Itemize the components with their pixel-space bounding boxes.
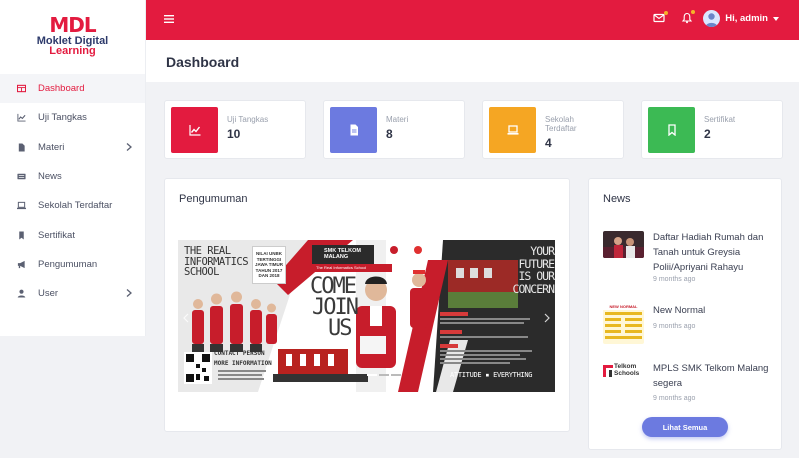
- news-thumbnail: Telkom Schools: [603, 362, 644, 380]
- sidebar-item-label: Sertifikat: [38, 229, 75, 241]
- banner-more-info: MORE INFORMATION: [214, 360, 272, 367]
- user-greeting: Hi, admin: [725, 13, 768, 24]
- bell-notification-dot: [691, 10, 695, 14]
- news-icon: [16, 172, 26, 182]
- stat-icon-box: [330, 107, 377, 153]
- laptop-icon: [16, 201, 26, 211]
- see-all-news-button[interactable]: Lihat Semua: [642, 417, 728, 437]
- banner-heading-right: YOUR FUTURE IS OUR CONCERN: [512, 244, 555, 296]
- table-icon: [16, 84, 26, 94]
- topbar: Hi, admin: [146, 0, 799, 40]
- banner-cta: COME JOIN US: [310, 274, 359, 341]
- sidebar-item-pengumuman[interactable]: Pengumuman: [0, 250, 145, 279]
- megaphone-icon: [16, 259, 26, 269]
- sidebar: MDL Moklet Digital Learning Dashboard Uji…: [0, 0, 146, 336]
- laptop-icon: [507, 125, 518, 135]
- announcement-banner[interactable]: THE REAL INFORMATICS SCHOOL NILAI UNBK T…: [178, 240, 555, 392]
- bookmark-icon: [16, 230, 26, 240]
- sidebar-item-label: Dashboard: [38, 83, 85, 95]
- chart-line-icon: [188, 125, 200, 136]
- sidebar-item-label: News: [38, 171, 62, 183]
- banner-contact: CONTACT PERSON: [214, 350, 265, 357]
- sidebar-item-dashboard[interactable]: Dashboard: [0, 74, 145, 104]
- chart-icon: [16, 113, 26, 123]
- file-icon: [16, 142, 26, 152]
- banner-heading-left: THE REAL INFORMATICS SCHOOL: [184, 245, 249, 278]
- hamburger-menu-icon[interactable]: [164, 14, 174, 24]
- announcement-title: Pengumuman: [179, 193, 248, 205]
- stat-value: 8: [386, 127, 393, 141]
- sidebar-item-label: User: [38, 288, 59, 300]
- stat-value: 4: [545, 136, 552, 150]
- chevron-right-icon: [126, 142, 132, 151]
- stat-card-materi[interactable]: Materi 8: [323, 100, 465, 159]
- stat-card-sekolah-terdaftar[interactable]: Sekolah Terdaftar 4: [482, 100, 624, 159]
- sidebar-item-materi[interactable]: Materi: [0, 133, 145, 162]
- user-menu[interactable]: Hi, admin: [703, 10, 779, 27]
- brand-logo: MDL: [49, 13, 96, 37]
- sidebar-item-label: Pengumuman: [38, 258, 98, 270]
- sidebar-nav: Dashboard Uji Tangkas Materi News Sekola…: [0, 74, 145, 308]
- stat-label: Materi: [386, 115, 409, 124]
- sidebar-item-label: Sekolah Terdaftar: [38, 200, 113, 212]
- sidebar-item-label: Materi: [38, 141, 65, 153]
- news-thumbnail: [603, 231, 644, 258]
- document-icon: [350, 124, 358, 136]
- stat-value: 2: [704, 127, 711, 141]
- news-item-date: 9 months ago: [653, 323, 696, 330]
- sidebar-item-news[interactable]: News: [0, 162, 145, 191]
- banner-badge: NILAI UNBK TERTINGGI JAWA TIMUR TAHUN 20…: [252, 246, 286, 284]
- stat-icon-box: [171, 107, 218, 153]
- stat-icon-box: [489, 107, 536, 153]
- news-item-title[interactable]: MPLS SMK Telkom Malang segera: [653, 361, 773, 391]
- news-item-date: 9 months ago: [653, 276, 696, 283]
- bookmark-icon: [667, 124, 676, 136]
- page-header: Dashboard: [146, 40, 799, 82]
- news-item-date: 9 months ago: [653, 395, 696, 402]
- telkom-schools-logo: Telkom Schools: [614, 363, 640, 377]
- stat-icon-box: [648, 107, 695, 153]
- caret-down-icon: [773, 16, 779, 21]
- news-item-title[interactable]: New Normal: [653, 303, 773, 318]
- mail-notification-dot: [664, 11, 668, 15]
- avatar: [703, 10, 721, 27]
- stat-card-uji-tangkas[interactable]: Uji Tangkas 10: [164, 100, 306, 159]
- stat-card-sertifikat[interactable]: Sertifikat 2: [641, 100, 783, 159]
- sidebar-item-user[interactable]: User: [0, 279, 145, 308]
- brand-name: Moklet Digital Learning: [36, 35, 109, 57]
- news-item-title[interactable]: Daftar Hadiah Rumah dan Tanah untuk Grey…: [653, 230, 773, 275]
- page-title: Dashboard: [166, 54, 240, 70]
- banner-tagline: ATTITUDE ▪ EVERYTHING: [450, 371, 533, 379]
- brand[interactable]: MDL Moklet Digital Learning: [0, 0, 145, 72]
- stat-value: 10: [227, 127, 241, 141]
- sidebar-item-sertifikat[interactable]: Sertifikat: [0, 220, 145, 249]
- sidebar-item-uji-tangkas[interactable]: Uji Tangkas: [0, 103, 145, 132]
- news-title: News: [603, 193, 631, 205]
- user-icon: [16, 289, 26, 299]
- sidebar-item-sekolah-terdaftar[interactable]: Sekolah Terdaftar: [0, 191, 145, 220]
- banner-school-tag: The Real Informatics School: [312, 264, 392, 272]
- sidebar-item-label: Uji Tangkas: [38, 112, 87, 124]
- stat-label: Sertifikat: [704, 115, 736, 124]
- chevron-right-icon: [126, 289, 132, 298]
- stat-label: Sekolah Terdaftar: [545, 115, 577, 133]
- news-thumbnail: NEW NORMAL: [603, 304, 644, 344]
- stat-label: Uji Tangkas: [227, 115, 269, 124]
